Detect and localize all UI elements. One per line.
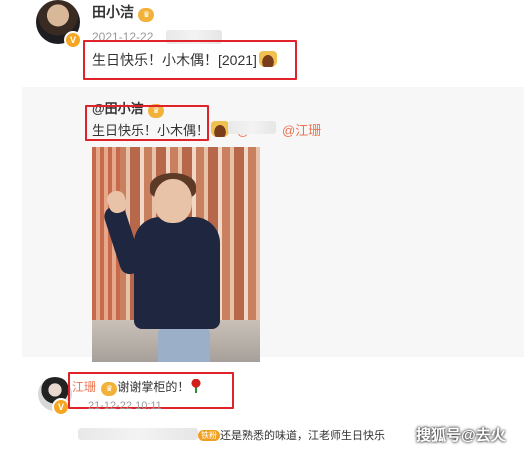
reply-line: 江珊 ♛ 谢谢掌柜的！ bbox=[72, 378, 202, 396]
watermark: 搜狐号@去火 bbox=[416, 427, 506, 444]
post-author[interactable]: 田小洁 ♛ bbox=[92, 2, 155, 22]
member-crown-icon: ♛ bbox=[138, 8, 155, 22]
repost-text: 生日快乐！小木偶！ bbox=[92, 123, 210, 138]
reply-date: 21-12-22 10:11 bbox=[88, 400, 162, 412]
verified-badge-icon: V bbox=[64, 31, 82, 49]
comment-text: 还是熟悉的味道，江老师生日快乐 bbox=[220, 430, 385, 442]
blurred-mention bbox=[228, 121, 276, 134]
post-text: 生日快乐！小木偶！[2021] bbox=[92, 50, 277, 70]
repost-text-line: 生日快乐！小木偶！ @ bbox=[92, 120, 250, 139]
post-photo[interactable] bbox=[92, 147, 260, 362]
blurred-commenter bbox=[78, 428, 198, 440]
member-crown-icon: ♛ bbox=[101, 382, 118, 396]
cake-emoji-icon bbox=[258, 51, 277, 67]
cake-emoji-icon bbox=[211, 121, 230, 137]
comment-line: 铁粉 还是熟悉的味道，江老师生日快乐 bbox=[198, 427, 385, 443]
reply-username[interactable]: 江珊 bbox=[72, 380, 96, 394]
mention-jiangshan[interactable]: @江珊 bbox=[282, 120, 321, 139]
rose-emoji-icon bbox=[191, 379, 202, 393]
post-text-content: 生日快乐！小木偶！[2021] bbox=[92, 52, 257, 68]
fan-badge: 铁粉 bbox=[198, 430, 220, 441]
reply-text: 谢谢掌柜的！ bbox=[117, 380, 190, 394]
post-username[interactable]: 田小洁 bbox=[92, 4, 134, 20]
